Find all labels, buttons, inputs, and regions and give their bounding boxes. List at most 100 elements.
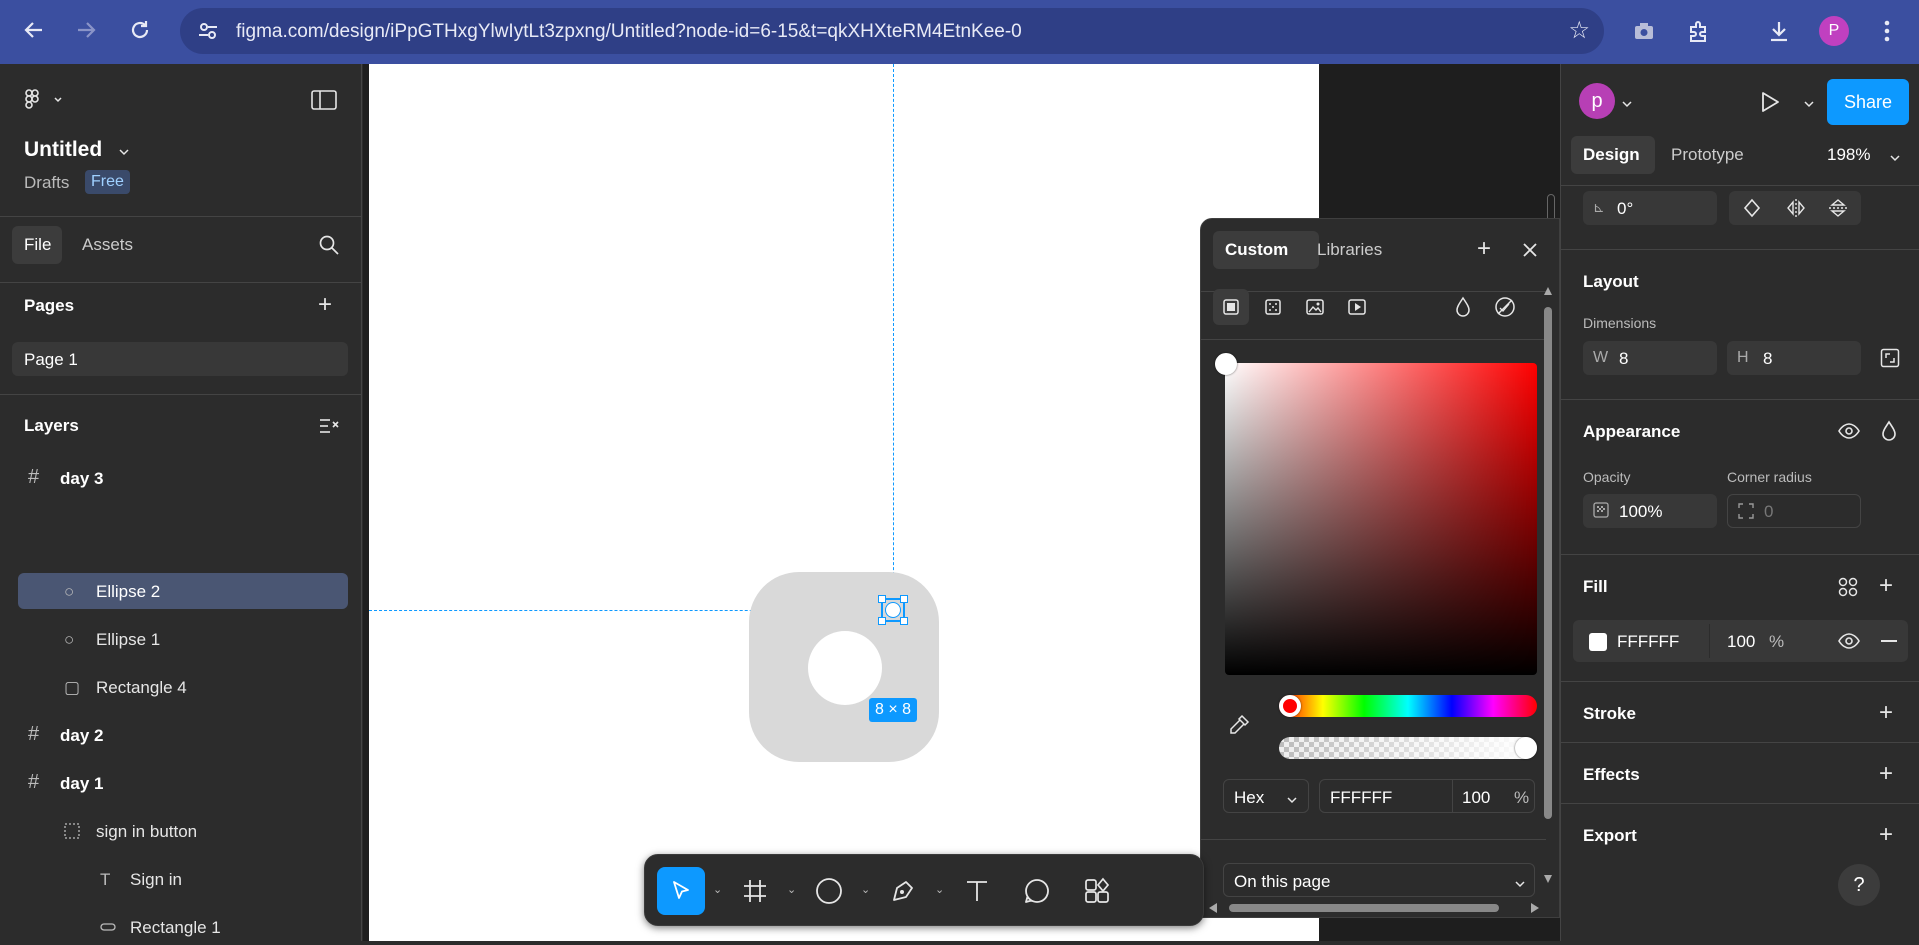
tab-assets[interactable]: Assets bbox=[82, 235, 133, 255]
help-button[interactable]: ? bbox=[1838, 864, 1880, 906]
resize-handle[interactable] bbox=[878, 617, 886, 625]
add-export-icon[interactable]: + bbox=[1879, 823, 1893, 847]
eyedropper-icon[interactable] bbox=[1227, 713, 1251, 742]
resize-handle[interactable] bbox=[878, 595, 886, 603]
ellipse-tool-icon[interactable] bbox=[805, 867, 853, 915]
hex-input[interactable]: FFFFFF bbox=[1330, 788, 1392, 808]
bookmark-star-icon[interactable]: ☆ bbox=[1568, 16, 1590, 45]
layer-sign-in-button[interactable]: sign in button bbox=[18, 813, 348, 849]
drafts-label[interactable]: Drafts bbox=[24, 173, 69, 193]
ellipse-2[interactable] bbox=[885, 602, 901, 618]
solid-paint-icon[interactable] bbox=[1213, 289, 1249, 325]
chevron-down-icon[interactable] bbox=[1803, 96, 1815, 114]
present-icon[interactable] bbox=[1759, 90, 1781, 119]
scrollbar-thumb[interactable] bbox=[1229, 904, 1499, 912]
alpha-slider[interactable] bbox=[1279, 737, 1537, 759]
move-tool-icon[interactable] bbox=[657, 867, 705, 915]
zoom-level[interactable]: 198% bbox=[1827, 145, 1870, 165]
width-value[interactable]: 8 bbox=[1619, 349, 1628, 369]
add-style-icon[interactable]: + bbox=[1477, 237, 1491, 261]
add-fill-icon[interactable]: + bbox=[1879, 574, 1893, 598]
fill-styles-icon[interactable] bbox=[1837, 576, 1859, 603]
layer-rectangle-1[interactable]: Rectangle 1 bbox=[18, 909, 348, 945]
hue-handle[interactable] bbox=[1279, 695, 1301, 717]
saturation-value-area[interactable] bbox=[1215, 353, 1537, 675]
fill-opacity-value[interactable]: 100 bbox=[1727, 632, 1755, 652]
picker-vertical-scrollbar[interactable] bbox=[1543, 285, 1553, 885]
actions-tool-icon[interactable] bbox=[1073, 867, 1121, 915]
frame-tool-icon[interactable] bbox=[731, 867, 779, 915]
search-icon[interactable] bbox=[318, 234, 340, 261]
gradient-paint-icon[interactable] bbox=[1255, 289, 1291, 330]
color-format-select[interactable]: Hex bbox=[1223, 779, 1309, 813]
resize-handle[interactable] bbox=[900, 595, 908, 603]
height-value[interactable]: 8 bbox=[1763, 349, 1772, 369]
ellipse-1[interactable] bbox=[808, 631, 882, 705]
layer-day-2[interactable]: # day 2 bbox=[18, 717, 348, 753]
file-name-chevron-icon[interactable] bbox=[118, 144, 130, 162]
rectangle-4[interactable] bbox=[749, 572, 939, 762]
chevron-down-icon[interactable] bbox=[1621, 96, 1633, 114]
picker-tab-custom[interactable]: Custom bbox=[1213, 231, 1319, 269]
browser-menu-icon[interactable] bbox=[1870, 14, 1904, 48]
ellipse-2-selection[interactable] bbox=[878, 595, 908, 625]
chevron-down-icon[interactable]: ⌄ bbox=[935, 883, 944, 896]
user-avatar[interactable]: p bbox=[1579, 83, 1615, 119]
add-page-icon[interactable]: + bbox=[318, 293, 332, 317]
picker-tab-libraries[interactable]: Libraries bbox=[1317, 240, 1382, 260]
color-handle[interactable] bbox=[1215, 353, 1237, 375]
extensions-icon[interactable] bbox=[1682, 14, 1716, 48]
file-name[interactable]: Untitled bbox=[24, 138, 102, 162]
profile-avatar[interactable]: P bbox=[1819, 16, 1849, 46]
rotation-value[interactable]: 0° bbox=[1617, 199, 1633, 219]
alpha-input[interactable]: 100 bbox=[1462, 788, 1490, 808]
share-button[interactable]: Share bbox=[1827, 79, 1909, 125]
chevron-down-icon[interactable]: ⌄ bbox=[713, 883, 722, 896]
add-stroke-icon[interactable]: + bbox=[1879, 701, 1893, 725]
artboard-day-3[interactable]: 8 × 8 bbox=[369, 64, 1319, 941]
figma-menu-icon[interactable] bbox=[22, 88, 62, 117]
alpha-handle[interactable] bbox=[1515, 737, 1537, 759]
remove-fill-icon[interactable] bbox=[1881, 640, 1897, 642]
scrollbar-thumb[interactable] bbox=[1544, 307, 1552, 819]
tab-file[interactable]: File bbox=[12, 226, 62, 264]
picker-horizontal-scrollbar[interactable] bbox=[1207, 901, 1541, 915]
back-icon[interactable] bbox=[18, 14, 50, 46]
width-field[interactable]: W 8 bbox=[1583, 341, 1717, 375]
image-paint-icon[interactable] bbox=[1297, 289, 1333, 330]
rotation-field[interactable]: ⊾ 0° bbox=[1583, 191, 1717, 225]
pen-tool-icon[interactable] bbox=[879, 867, 927, 915]
opacity-field[interactable]: 100% bbox=[1583, 494, 1717, 528]
site-settings-icon[interactable] bbox=[196, 19, 220, 43]
forward-icon[interactable] bbox=[70, 14, 102, 46]
tab-prototype[interactable]: Prototype bbox=[1671, 145, 1744, 165]
opacity-value[interactable]: 100% bbox=[1619, 502, 1662, 522]
toggle-sidebar-icon[interactable] bbox=[311, 90, 337, 115]
comment-tool-icon[interactable] bbox=[1013, 867, 1061, 915]
height-field[interactable]: H 8 bbox=[1727, 341, 1861, 375]
library-scope-select[interactable]: On this page bbox=[1223, 863, 1535, 897]
flip-vertical-icon[interactable] bbox=[1827, 197, 1849, 224]
url-text[interactable]: figma.com/design/iPpGTHxgYlwIytLt3zpxng/… bbox=[236, 21, 1022, 43]
remove-paint-icon[interactable] bbox=[1487, 289, 1523, 330]
page-item-page-1[interactable]: Page 1 bbox=[12, 342, 348, 376]
blend-mode-icon[interactable] bbox=[1445, 289, 1481, 330]
resize-handle[interactable] bbox=[900, 617, 908, 625]
rotate-icon[interactable] bbox=[1741, 197, 1763, 224]
layer-ellipse-2[interactable]: ○ Ellipse 2 bbox=[18, 573, 348, 609]
text-tool-icon[interactable] bbox=[953, 867, 1001, 915]
resize-to-fit-icon[interactable] bbox=[1880, 348, 1900, 373]
add-effect-icon[interactable]: + bbox=[1879, 762, 1893, 786]
flip-horizontal-icon[interactable] bbox=[1785, 197, 1807, 224]
visibility-eye-icon[interactable] bbox=[1837, 422, 1861, 445]
tab-design[interactable]: Design bbox=[1571, 136, 1655, 174]
layer-day-3[interactable]: # day 3 bbox=[18, 460, 348, 496]
chevron-down-icon[interactable]: ⌄ bbox=[787, 883, 796, 896]
blend-mode-icon[interactable] bbox=[1879, 420, 1899, 447]
layer-rectangle-4[interactable]: ▢ Rectangle 4 bbox=[18, 669, 348, 705]
hue-slider[interactable] bbox=[1279, 695, 1537, 717]
corner-radius-value[interactable]: 0 bbox=[1764, 502, 1773, 522]
layer-sign-in[interactable]: T Sign in bbox=[18, 861, 348, 897]
chevron-down-icon[interactable] bbox=[1889, 150, 1901, 168]
fill-swatch[interactable] bbox=[1589, 633, 1607, 651]
